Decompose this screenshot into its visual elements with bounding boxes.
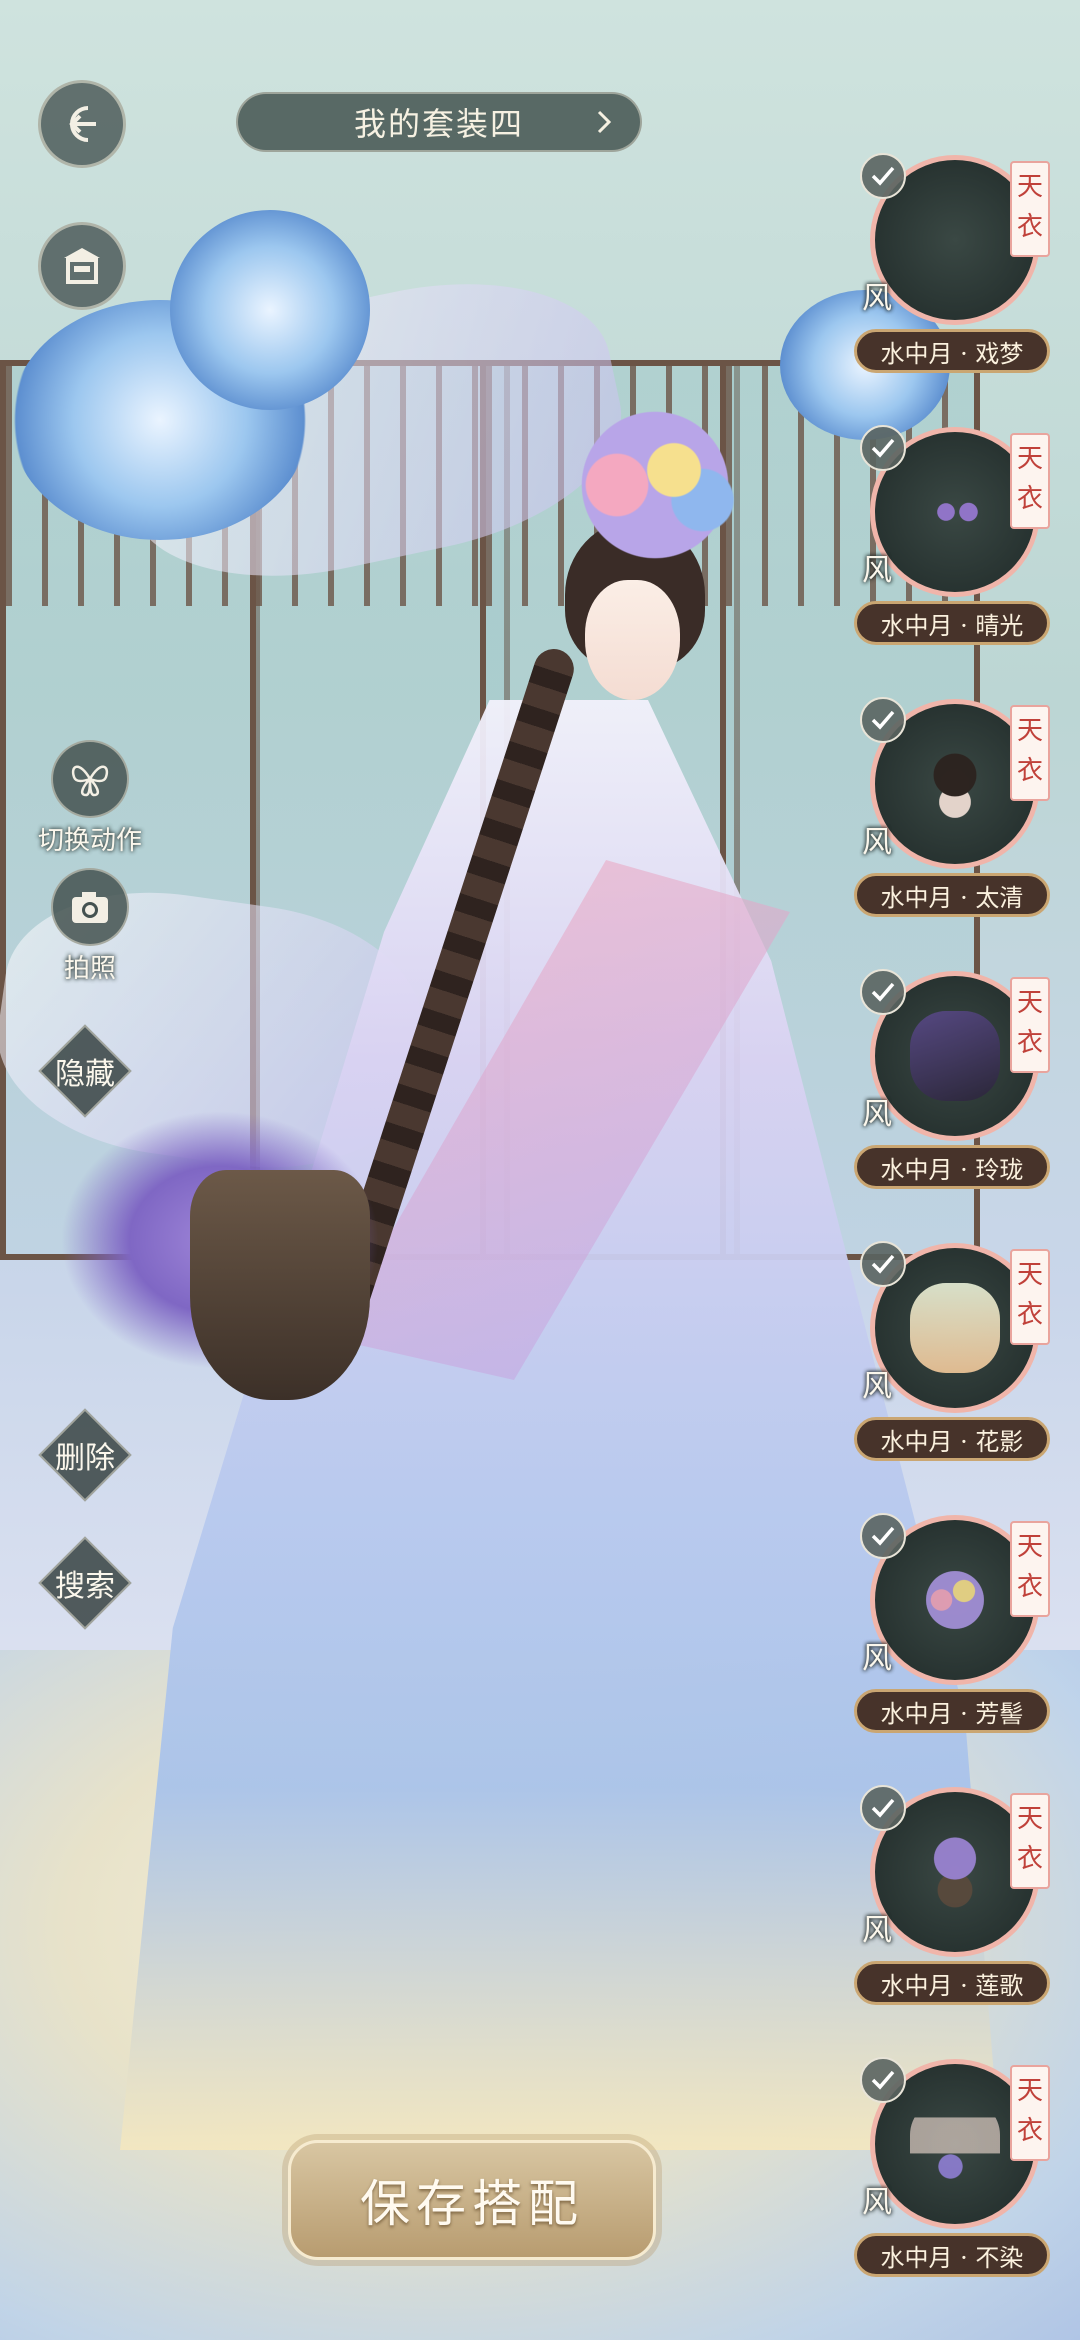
- item-card[interactable]: 天衣 风 水中月 · 芳髻: [850, 1513, 1050, 1760]
- switch-pose-label: 切换动作: [37, 826, 142, 856]
- selected-check[interactable]: [860, 425, 906, 471]
- inner-top-thumbnail-art: [910, 1283, 1000, 1373]
- check-icon: [871, 1526, 895, 1546]
- selected-check[interactable]: [860, 153, 906, 199]
- delete-button[interactable]: 删除: [38, 1408, 132, 1502]
- item-element: 风: [862, 553, 892, 588]
- item-name: 水中月 · 花影: [854, 1417, 1050, 1461]
- save-outfit-label: 保存搭配: [360, 2175, 584, 2233]
- item-element: 风: [862, 2185, 892, 2220]
- check-icon: [871, 710, 895, 730]
- check-icon: [871, 438, 895, 458]
- check-icon: [871, 1254, 895, 1274]
- top-thumbnail-art: [910, 1011, 1000, 1101]
- peony-decoration: [170, 210, 370, 410]
- item-element: 风: [862, 1097, 892, 1132]
- item-element: 风: [862, 1913, 892, 1948]
- switch-pose-button[interactable]: 切换动作: [30, 740, 150, 857]
- check-icon: [871, 1798, 895, 1818]
- item-name: 水中月 · 玲珑: [854, 1145, 1050, 1189]
- hide-button[interactable]: 隐藏: [38, 1024, 132, 1118]
- item-element: 风: [862, 825, 892, 860]
- flower-crown: [560, 410, 750, 560]
- item-card[interactable]: 天衣 风 水中月 · 晴光: [850, 425, 1050, 672]
- hide-label: 隐藏: [55, 1057, 115, 1092]
- back-button[interactable]: [38, 80, 126, 168]
- wardrobe-icon: [64, 248, 100, 284]
- selected-check[interactable]: [860, 697, 906, 743]
- hairstyle-thumbnail-art: [910, 739, 1000, 829]
- item-name: 水中月 · 晴光: [854, 601, 1050, 645]
- selected-check[interactable]: [860, 969, 906, 1015]
- item-card[interactable]: 天衣 风 水中月 · 莲歌: [850, 1785, 1050, 2032]
- item-tier-tag: 天衣: [1010, 1249, 1050, 1345]
- search-label: 搜索: [55, 1569, 115, 1604]
- check-icon: [871, 166, 895, 186]
- item-tier-tag: 天衣: [1010, 433, 1050, 529]
- shoes-thumbnail-art: [910, 2099, 1000, 2189]
- headdress-thumbnail-art: [910, 1555, 1000, 1645]
- selected-check[interactable]: [860, 1241, 906, 1287]
- outfit-title-bar[interactable]: 我的套装四: [236, 92, 642, 152]
- check-icon: [871, 2070, 895, 2090]
- camera-icon: [72, 892, 108, 923]
- selected-check[interactable]: [860, 2057, 906, 2103]
- selected-check[interactable]: [860, 1513, 906, 1559]
- back-arrow-icon: [69, 106, 96, 142]
- basket-thumbnail-art: [910, 1827, 1000, 1917]
- item-name: 水中月 · 戏梦: [854, 329, 1050, 373]
- item-tier-tag: 天衣: [1010, 161, 1050, 257]
- butterfly-icon: [71, 765, 109, 797]
- earring-thumbnail-art: [910, 467, 1000, 557]
- item-tier-tag: 天衣: [1010, 977, 1050, 1073]
- save-outfit-button[interactable]: 保存搭配: [288, 2140, 656, 2260]
- photo-label: 拍照: [63, 954, 116, 984]
- item-card[interactable]: 天衣 风 水中月 · 玲珑: [850, 969, 1050, 1216]
- search-button[interactable]: 搜索: [38, 1536, 132, 1630]
- item-card[interactable]: 天衣 风 水中月 · 太清: [850, 697, 1050, 944]
- selected-check[interactable]: [860, 1785, 906, 1831]
- item-card[interactable]: 天衣 风 水中月 · 花影: [850, 1241, 1050, 1488]
- item-tier-tag: 天衣: [1010, 1793, 1050, 1889]
- flower-basket: [190, 1170, 370, 1400]
- item-tier-tag: 天衣: [1010, 705, 1050, 801]
- chevron-right-icon: [597, 110, 612, 134]
- item-card[interactable]: 天衣 风 水中月 · 不染: [850, 2057, 1050, 2304]
- item-name: 水中月 · 芳髻: [854, 1689, 1050, 1733]
- item-card[interactable]: 天衣 风 水中月 · 戏梦: [850, 153, 1050, 400]
- item-element: 风: [862, 1369, 892, 1404]
- check-icon: [871, 982, 895, 1002]
- item-name: 水中月 · 莲歌: [854, 1961, 1050, 2005]
- outfit-title: 我的套装四: [353, 105, 524, 143]
- item-tier-tag: 天衣: [1010, 2065, 1050, 2161]
- item-element: 风: [862, 281, 892, 316]
- photo-button[interactable]: 拍照: [30, 868, 150, 985]
- item-name: 水中月 · 太清: [854, 873, 1050, 917]
- character-face: [585, 580, 680, 700]
- delete-label: 删除: [55, 1441, 115, 1476]
- item-element: 风: [862, 1641, 892, 1676]
- item-tier-tag: 天衣: [1010, 1521, 1050, 1617]
- item-name: 水中月 · 不染: [854, 2233, 1050, 2277]
- wardrobe-button[interactable]: [38, 222, 126, 310]
